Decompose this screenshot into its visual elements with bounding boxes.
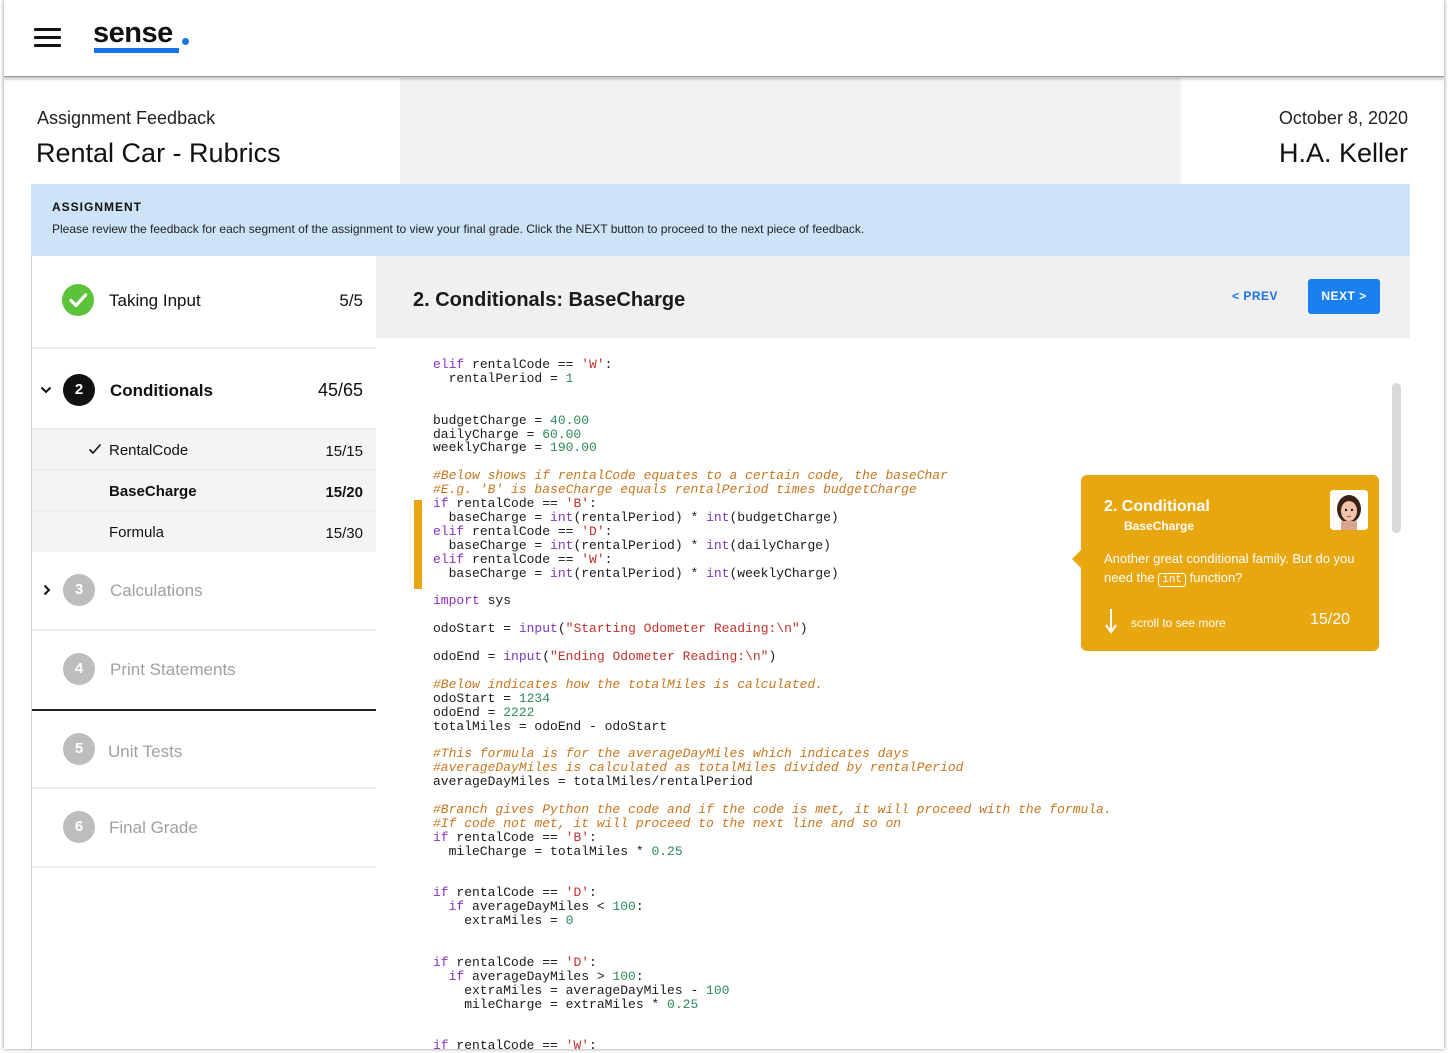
chevron-right-icon[interactable] (42, 584, 52, 596)
substep-label: RentalCode (109, 442, 189, 459)
substep-label: Formula (109, 524, 165, 541)
code-viewer[interactable]: elif rentalCode == 'W': rentalPeriod = 1… (433, 358, 1112, 1049)
page-subtitle: Assignment Feedback (37, 108, 216, 128)
step-calculations[interactable]: 3 Calculations (32, 552, 377, 630)
app-window: sense Assignment Feedback Rental Car - R… (4, 0, 1444, 1049)
substep-score: 15/15 (325, 443, 363, 460)
menu-icon[interactable] (34, 28, 61, 48)
arrow-down-icon (1105, 609, 1117, 634)
banner-title: ASSIGNMENT (52, 200, 143, 214)
assignment-date: October 8, 2020 (1278, 108, 1408, 128)
step-label: Calculations (110, 581, 203, 600)
prev-button[interactable]: < PREV (1232, 289, 1278, 303)
logo: sense (93, 17, 173, 49)
tooltip-arrow (1072, 549, 1082, 569)
tooltip-title: 2. Conditional (1104, 498, 1210, 515)
step-final-grade[interactable]: 6 Final Grade (32, 789, 377, 865)
student-name: H.A. Keller (1278, 138, 1408, 168)
page-title: Rental Car - Rubrics (36, 138, 281, 168)
step-unit-tests[interactable]: 5 Unit Tests (32, 711, 377, 787)
feedback-title: 2. Conditionals: BaseCharge (413, 289, 686, 311)
step-print-statements[interactable]: 4 Print Statements (32, 631, 377, 709)
scrollbar-thumb[interactable] (1392, 383, 1401, 533)
check-circle-icon (62, 284, 94, 316)
step-number-badge: 3 (63, 574, 95, 606)
step-label: Unit Tests (108, 742, 183, 761)
step-number-badge: 5 (63, 733, 95, 765)
feedback-panel: 2. Conditionals: BaseCharge < PREV NEXT … (376, 256, 1410, 1049)
logo-dot (182, 38, 189, 45)
step-score: 45/65 (317, 380, 363, 400)
avatar-icon (1330, 490, 1368, 530)
substep-label: BaseCharge (109, 483, 197, 500)
step-label: Final Grade (109, 818, 198, 837)
header-spacer (400, 78, 1181, 184)
tooltip-subtitle: BaseCharge (1124, 519, 1195, 533)
tooltip-body: Another great conditional family. But do… (1104, 549, 1364, 587)
tooltip-text-end: function? (1186, 570, 1243, 585)
substep-formula[interactable]: Formula 15/30 (32, 512, 377, 552)
substep-basecharge[interactable]: BaseCharge 15/20 (32, 471, 377, 511)
step-number-badge: 6 (63, 811, 95, 843)
checkmark-icon (88, 443, 102, 455)
assignment-header: Assignment Feedback Rental Car - Rubrics (4, 78, 400, 184)
tooltip-code-chip: int (1158, 573, 1187, 587)
next-button[interactable]: NEXT > (1308, 279, 1380, 314)
substep-score: 15/20 (325, 484, 363, 501)
step-label: Conditionals (110, 381, 213, 400)
step-number-badge: 2 (63, 374, 95, 406)
step-label: Print Statements (110, 660, 236, 679)
step-score: 5/5 (339, 291, 363, 310)
feedback-tooltip: 2. Conditional BaseCharge Another great … (1072, 475, 1379, 651)
step-taking-input[interactable]: Taking Input 5/5 (32, 256, 377, 348)
substep-rentalcode[interactable]: RentalCode 15/15 (32, 430, 377, 470)
avatar (1330, 490, 1368, 530)
tooltip-score: 15/20 (1310, 611, 1351, 628)
step-conditionals[interactable]: 2 Conditionals 45/65 (32, 349, 377, 429)
top-bar: sense (4, 0, 1444, 77)
chevron-down-icon[interactable] (40, 385, 52, 395)
logo-underline (94, 48, 179, 53)
substep-score: 15/30 (325, 525, 363, 542)
highlight-marker (414, 500, 422, 589)
banner-text: Please review the feedback for each segm… (52, 222, 865, 236)
assignment-meta: October 8, 2020 H.A. Keller (1181, 78, 1444, 184)
scroll-hint: scroll to see more (1131, 616, 1226, 630)
step-label: Taking Input (109, 291, 201, 310)
rubric-sidebar: Taking Input 5/5 2 Conditionals 45/65 Re… (31, 256, 378, 1049)
divider (32, 866, 377, 868)
instructions-banner: ASSIGNMENT Please review the feedback fo… (31, 184, 1410, 256)
step-number-badge: 4 (63, 653, 95, 685)
feedback-header: 2. Conditionals: BaseCharge < PREV NEXT … (376, 256, 1410, 338)
